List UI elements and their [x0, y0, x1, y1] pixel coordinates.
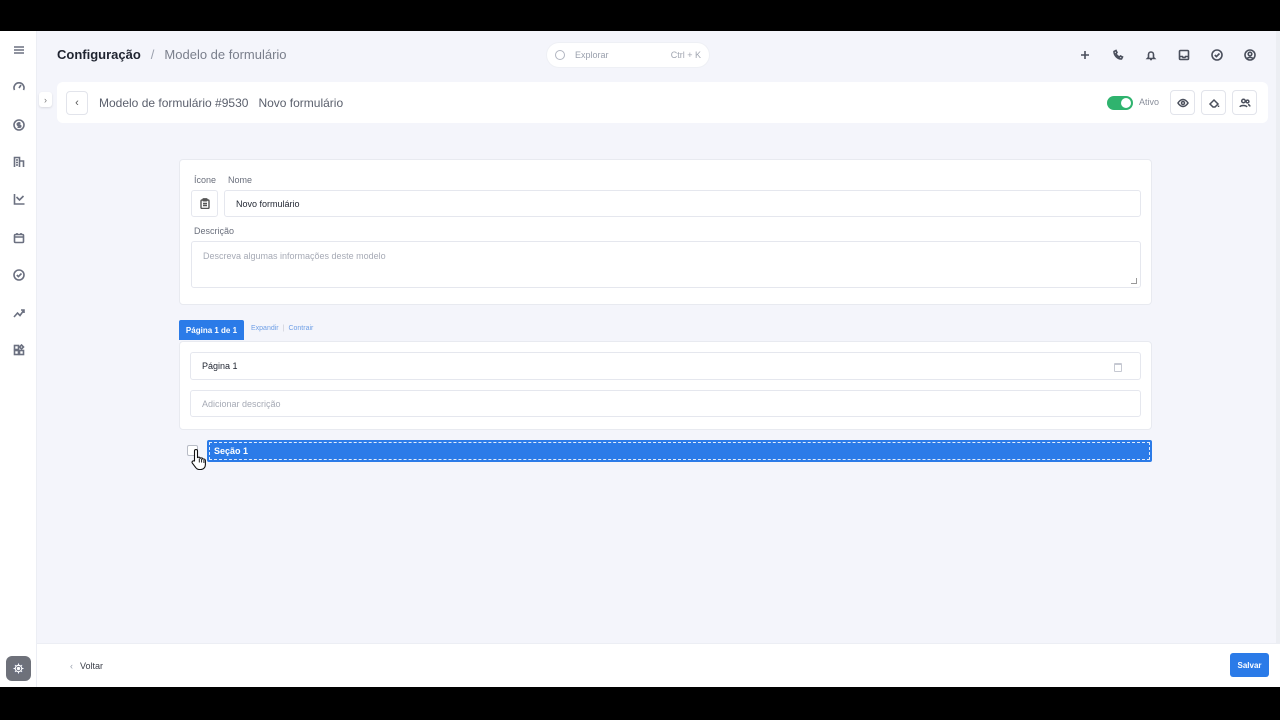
search-input[interactable]: Explorar Ctrl + K	[547, 43, 709, 67]
form-info-card: Ícone Nome Novo formulário Descrição Des…	[179, 159, 1152, 305]
name-value: Novo formulário	[236, 198, 300, 209]
search-shortcut: Ctrl + K	[670, 50, 701, 60]
bell-icon[interactable]	[1143, 47, 1159, 63]
active-label: Ativo	[1139, 97, 1160, 107]
calendar-icon[interactable]	[10, 229, 27, 246]
settings-icon[interactable]	[6, 656, 31, 681]
permissions-button[interactable]	[1232, 90, 1257, 115]
name-field[interactable]: Novo formulário	[224, 190, 1141, 217]
breadcrumb-separator: /	[150, 47, 155, 62]
sidebar-rail	[0, 31, 37, 687]
clipboard-icon	[199, 198, 210, 209]
breadcrumb-current: Modelo de formulário	[164, 47, 287, 62]
back-link[interactable]: ‹ Voltar	[70, 661, 103, 671]
app-window: › Configuração / Modelo de formulário Ex…	[0, 31, 1280, 687]
menu-icon[interactable]	[10, 41, 27, 58]
check-icon[interactable]	[1209, 47, 1225, 63]
hand-cursor-icon	[191, 448, 206, 470]
phone-icon[interactable]	[1110, 47, 1126, 63]
link-divider: |	[282, 325, 285, 332]
back-link-label: Voltar	[80, 661, 104, 671]
tab-page-1[interactable]: Página 1 de 1	[179, 320, 244, 340]
expand-link[interactable]: Expandir	[251, 325, 279, 332]
section-row[interactable]: Seção 1	[207, 440, 1152, 462]
save-button[interactable]: Salvar	[1230, 653, 1269, 677]
plus-icon[interactable]	[1077, 47, 1093, 63]
active-toggle[interactable]	[1107, 96, 1133, 110]
user-circle-icon[interactable]	[1242, 47, 1258, 63]
trash-icon[interactable]	[1114, 363, 1122, 372]
chevron-left-icon: ‹	[75, 97, 79, 109]
description-label: Descrição	[194, 226, 235, 236]
page-toggle-links: Expandir | Contrair	[251, 325, 313, 332]
inbox-icon[interactable]	[1176, 47, 1192, 63]
chevron-left-icon: ‹	[70, 661, 73, 671]
chart-icon[interactable]	[10, 190, 27, 207]
description-placeholder: Descreva algumas informações deste model…	[203, 251, 386, 261]
page-title-field[interactable]: Página 1	[190, 352, 1141, 380]
page-description-placeholder: Adicionar descrição	[202, 398, 281, 409]
dollar-icon[interactable]	[10, 116, 27, 133]
breadcrumb: Configuração / Modelo de formulário	[57, 47, 287, 62]
back-button[interactable]: ‹	[66, 91, 88, 115]
preview-button[interactable]	[1170, 90, 1195, 115]
page-description-field[interactable]: Adicionar descrição	[190, 390, 1141, 417]
icon-label: Ícone	[194, 175, 217, 185]
collapse-link[interactable]: Contrair	[288, 325, 313, 332]
paint-bucket-icon	[1208, 98, 1219, 108]
description-field[interactable]: Descreva algumas informações deste model…	[191, 241, 1141, 288]
topbar-actions	[1077, 47, 1258, 63]
sidebar-expand-button[interactable]: ›	[39, 92, 52, 107]
eye-icon	[1176, 98, 1189, 107]
icon-picker[interactable]	[191, 190, 218, 217]
name-label: Nome	[228, 175, 253, 185]
speedometer-icon[interactable]	[10, 78, 27, 95]
widgets-icon[interactable]	[10, 341, 27, 358]
section-title[interactable]: Seção 1	[209, 442, 1150, 460]
building-icon[interactable]	[10, 153, 27, 170]
breadcrumb-root[interactable]: Configuração	[57, 47, 141, 62]
page-title: Modelo de formulário #9530 Novo formulári…	[99, 96, 343, 110]
footer-bar: ‹ Voltar Salvar	[37, 643, 1280, 687]
page-title-value: Página 1	[202, 361, 238, 371]
compass-icon	[555, 50, 565, 60]
users-icon	[1238, 97, 1251, 107]
resize-handle-icon[interactable]	[1131, 278, 1137, 284]
form-model-name: Novo formulário	[258, 96, 344, 110]
form-header: ‹ Modelo de formulário #9530 Novo formulá…	[57, 82, 1268, 123]
form-model-title: Modelo de formulário #9530	[99, 96, 249, 110]
trend-icon[interactable]	[10, 304, 27, 321]
theme-button[interactable]	[1201, 90, 1226, 115]
topbar: Configuração / Modelo de formulário Expl…	[37, 31, 1280, 79]
page-card: Página 1 Adicionar descrição	[179, 341, 1152, 430]
search-placeholder: Explorar	[575, 50, 609, 60]
scrollbar[interactable]	[1276, 31, 1280, 643]
check-circle-icon[interactable]	[10, 266, 27, 283]
